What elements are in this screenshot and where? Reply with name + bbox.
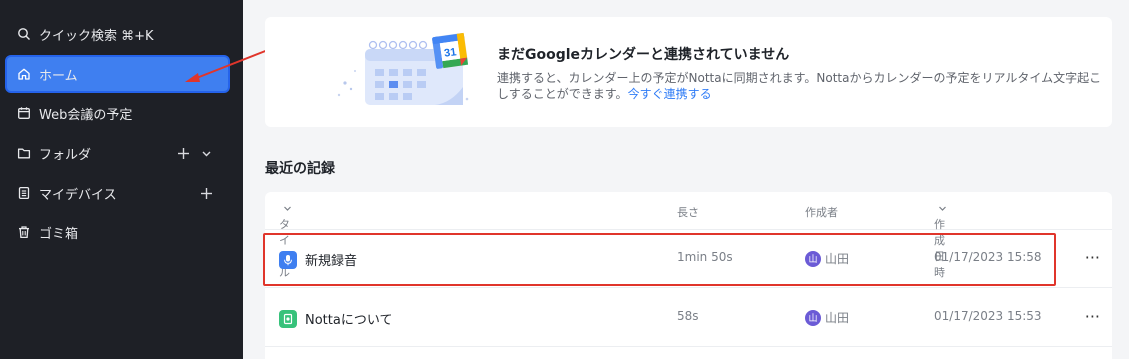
sidebar-item-meetings[interactable]: Web会議の予定 bbox=[0, 93, 243, 133]
banner-description: 連携すると、カレンダー上の予定がNottaに同期されます。Nottaからカレンダ… bbox=[497, 71, 1102, 101]
quick-search-label: クイック検索 ⌘+K bbox=[39, 28, 154, 44]
device-icon bbox=[17, 186, 31, 200]
add-folder-icon[interactable] bbox=[177, 147, 190, 160]
sidebar-item-label: ホーム bbox=[39, 68, 78, 84]
sidebar-item-label: フォルダ bbox=[39, 147, 92, 163]
chevron-down-icon bbox=[939, 206, 946, 211]
column-length: 長さ bbox=[677, 206, 699, 219]
sidebar-item-trash[interactable]: ゴミ箱 bbox=[0, 212, 243, 252]
sidebar-item-label: マイデバイス bbox=[39, 187, 117, 203]
folder-actions bbox=[177, 147, 213, 160]
sidebar-item-label: Web会議の予定 bbox=[39, 107, 133, 123]
record-title-label: Nottaについて bbox=[305, 313, 393, 328]
trash-icon bbox=[17, 225, 31, 239]
creator-name: 山田 bbox=[825, 311, 850, 325]
sidebar-item-devices[interactable]: マイデバイス bbox=[0, 173, 243, 213]
document-icon bbox=[279, 309, 297, 328]
sidebar-item-folders[interactable]: フォルダ bbox=[0, 133, 243, 173]
chevron-down-icon[interactable] bbox=[200, 147, 213, 160]
banner-title: まだGoogleカレンダーと連携されていません bbox=[497, 47, 790, 63]
search-icon bbox=[17, 27, 31, 41]
record-length: 58s bbox=[677, 309, 699, 323]
home-icon bbox=[17, 67, 31, 81]
calendar-icon bbox=[17, 106, 31, 120]
calendar-illustration-icon: 31 bbox=[337, 32, 469, 105]
record-title[interactable]: Nottaについて bbox=[279, 309, 392, 328]
table-header: タイトル 長さ 作成者 作成日時 bbox=[265, 192, 1112, 279]
chevron-down-icon bbox=[284, 206, 291, 211]
avatar: 山 bbox=[805, 309, 821, 326]
main-content: 31 まだGoogleカレンダーと連携されていません 連携すると、カレンダー上の… bbox=[243, 0, 1129, 359]
sidebar-item-label: ゴミ箱 bbox=[39, 226, 79, 242]
column-created[interactable]: 作成日時 bbox=[934, 204, 947, 279]
device-actions bbox=[200, 187, 213, 200]
calendar-connect-banner: 31 まだGoogleカレンダーと連携されていません 連携すると、カレンダー上の… bbox=[265, 17, 1112, 127]
record-creator: 山 山田 bbox=[805, 309, 849, 326]
record-created: 01/17/2023 15:53 bbox=[934, 309, 1042, 323]
folder-icon bbox=[17, 146, 31, 160]
highlight-annotation bbox=[263, 233, 1056, 286]
table-row[interactable]: Nottaについて 58s 山 山田 01/17/2023 15:53 ··· bbox=[265, 289, 1112, 347]
calendar-badge-text: 31 bbox=[443, 46, 457, 60]
more-options-icon[interactable]: ··· bbox=[1085, 248, 1100, 267]
banner-text: 連携すると、カレンダー上の予定がNottaに同期されます。Nottaからカレンダ… bbox=[497, 70, 1107, 102]
column-creator: 作成者 bbox=[805, 206, 838, 219]
connect-now-link[interactable]: 今すぐ連携する bbox=[628, 87, 712, 101]
add-device-icon[interactable] bbox=[200, 187, 213, 200]
column-title[interactable]: タイトル bbox=[279, 204, 292, 279]
recent-records-title: 最近の記録 bbox=[265, 161, 335, 177]
more-options-icon[interactable]: ··· bbox=[1085, 307, 1100, 326]
